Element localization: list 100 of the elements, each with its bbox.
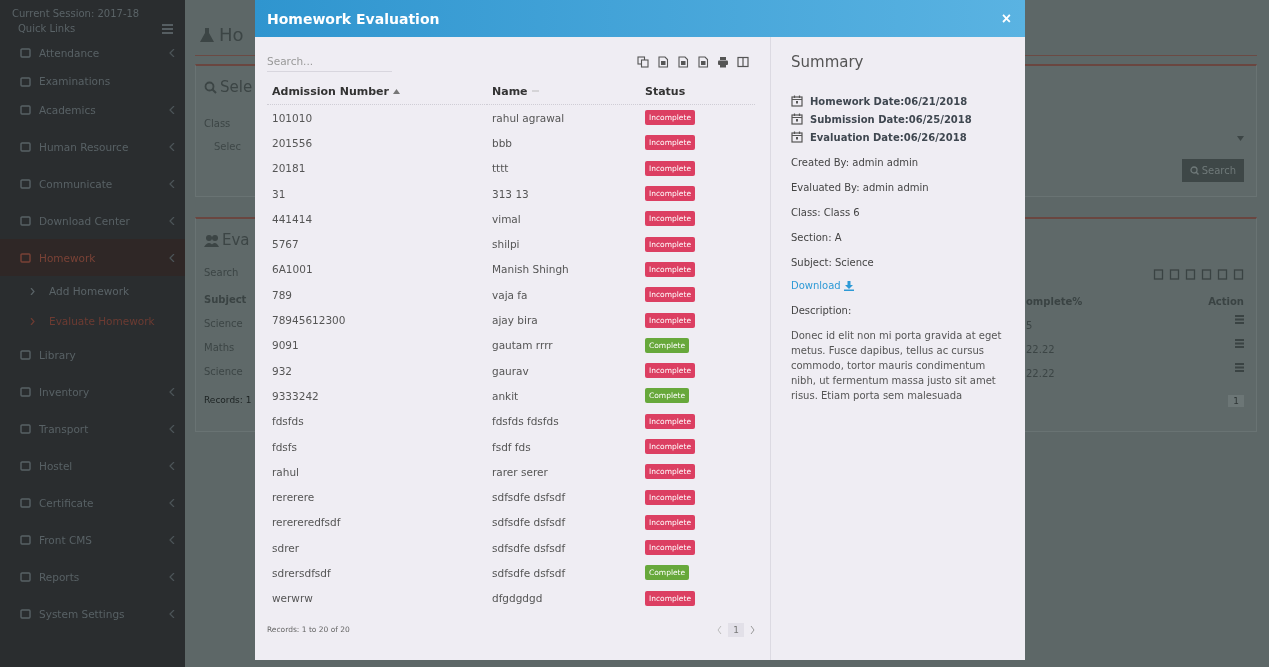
table-cell-text: 201556 bbox=[271, 135, 314, 151]
detail-label: Evaluated By: admin admin bbox=[791, 182, 930, 193]
detail-label: Class: Class 6 bbox=[791, 207, 861, 218]
menu-item-icon bbox=[20, 178, 31, 189]
table-cell-text: 441414 bbox=[271, 211, 314, 227]
date-label: Submission Date:06/25/2018 bbox=[810, 113, 972, 125]
chevron-icon bbox=[169, 498, 175, 507]
previous-icon[interactable] bbox=[717, 625, 723, 634]
chevron-icon bbox=[169, 387, 175, 396]
menu-item-icon bbox=[20, 608, 31, 619]
menu-item-icon bbox=[20, 349, 31, 360]
menu-item-icon bbox=[20, 75, 31, 87]
table-cell-text: rahul agrawal bbox=[491, 110, 566, 126]
menu-icon[interactable] bbox=[1235, 314, 1244, 324]
date-label: Evaluation Date:06/26/2018 bbox=[810, 131, 967, 143]
column-header[interactable]: Name bbox=[487, 78, 640, 105]
table-cell-text: 789 bbox=[271, 287, 294, 303]
menu-item-icon bbox=[20, 141, 31, 152]
table-cell-text: ajay bira bbox=[491, 313, 539, 328]
chevron-icon bbox=[169, 216, 175, 225]
menu-item-icon bbox=[20, 534, 31, 545]
page-button[interactable]: 1 bbox=[1228, 395, 1244, 407]
submenu-item[interactable]: Add Homework bbox=[0, 276, 185, 306]
table-cell-text: ankit bbox=[491, 388, 520, 404]
menu-icon[interactable] bbox=[1235, 362, 1244, 372]
chevron-icon bbox=[169, 535, 175, 544]
table-cell-text: rarer serer bbox=[491, 464, 549, 480]
description-text: Donec id elit non mi porta gravida at eget metus. Fusce dapibus, tellus ac cursus commodo, tortor mauris condimentum nibh, ut fermentum massa justo sit amet risus. Etiam porta sem malesuada bbox=[791, 329, 1003, 403]
detail-label: Section: A bbox=[791, 232, 843, 243]
detail-label: Subject: Science bbox=[791, 257, 875, 268]
table-cell-text: rahul bbox=[271, 464, 300, 480]
table-cell-text: fdsfds bbox=[271, 414, 305, 430]
description-label: Description: bbox=[791, 305, 853, 316]
table-cell-text: fsdf fds bbox=[491, 439, 532, 455]
table-cell-text: gautam rrrr bbox=[491, 338, 554, 354]
table-cell-text: rererere bbox=[271, 490, 316, 506]
page-button[interactable]: 1 bbox=[728, 622, 744, 637]
next-icon[interactable] bbox=[750, 625, 755, 634]
menu-item-icon bbox=[20, 497, 31, 508]
table-cell-text: Manish Shingh bbox=[491, 262, 570, 278]
modal-title: Homework Evaluation bbox=[267, 10, 440, 27]
chevron-icon bbox=[169, 179, 175, 188]
table-cell-text: vaja fa bbox=[491, 287, 529, 303]
summary-title: Summary bbox=[791, 53, 865, 71]
table-cell-text: 932 bbox=[271, 363, 294, 379]
flask-icon bbox=[199, 26, 215, 43]
chevron-icon bbox=[169, 572, 175, 581]
search-icon bbox=[204, 80, 217, 94]
chevron-icon bbox=[30, 287, 35, 295]
table-cell-text: werwrw bbox=[271, 591, 314, 607]
table-cell-text: 6A1001 bbox=[271, 262, 314, 278]
menu-item-icon bbox=[20, 386, 31, 397]
menu-item-icon bbox=[20, 423, 31, 434]
menu-item-icon bbox=[20, 571, 31, 582]
table-cell-text: sdfsdfe dsfsdf bbox=[491, 566, 567, 581]
records-label: Records: 1 bbox=[204, 395, 253, 405]
search-field[interactable]: Search... bbox=[267, 51, 392, 72]
table-cell-text: rerereredfsdf bbox=[271, 515, 342, 531]
users-icon bbox=[204, 233, 219, 247]
date-label: Homework Date:06/21/2018 bbox=[810, 95, 968, 107]
table-cell-text: 5767 bbox=[271, 237, 300, 253]
chevron-icon bbox=[169, 609, 175, 618]
calendar-icon bbox=[791, 131, 803, 143]
chevron-icon bbox=[30, 317, 35, 325]
table-cell-text: sdfsdfe dsfsdf bbox=[491, 515, 567, 531]
sidebar-item[interactable]: Homework bbox=[0, 239, 185, 276]
chevron-icon bbox=[169, 142, 175, 151]
table-cell-text: bbb bbox=[491, 135, 513, 151]
menu-item-icon bbox=[20, 460, 31, 471]
table-cell-text: fdsfds fdsfds bbox=[491, 414, 560, 430]
table-cell-text: 313 13 bbox=[491, 186, 530, 202]
calendar-icon bbox=[791, 113, 803, 125]
table-cell-text: sdfsdfe dsfsdf bbox=[491, 490, 567, 506]
column-header[interactable]: Status bbox=[640, 78, 755, 105]
table-cell-text: sdfsdfe dsfsdf bbox=[491, 540, 567, 556]
table-cell-text: vimal bbox=[491, 211, 522, 227]
calendar-icon bbox=[791, 95, 803, 107]
chevron-icon bbox=[169, 424, 175, 433]
menu-item-icon bbox=[20, 47, 31, 58]
download-icon bbox=[843, 280, 854, 291]
close-button[interactable]: × bbox=[997, 9, 1015, 28]
download-link[interactable]: Download bbox=[791, 280, 1013, 291]
table-cell-text: dfgdgdgd bbox=[491, 591, 544, 607]
table-cell-text: sdrer bbox=[271, 540, 300, 556]
menu-item-icon bbox=[20, 215, 31, 226]
table-cell-text: 20181 bbox=[271, 161, 307, 177]
menu-item-icon bbox=[20, 104, 31, 115]
table-cell-text: gaurav bbox=[491, 363, 530, 379]
column-header[interactable]: Admission Number bbox=[267, 78, 487, 105]
menu-item-icon bbox=[20, 252, 31, 263]
table-cell-text: shilpi bbox=[491, 237, 521, 253]
menu-icon[interactable] bbox=[1235, 338, 1244, 348]
table-cell-text: 78945612300 bbox=[271, 313, 347, 328]
grid-icon[interactable] bbox=[162, 23, 173, 34]
dropdown-caret-icon bbox=[1237, 136, 1244, 141]
chevron-icon bbox=[169, 105, 175, 114]
detail-label: Created By: admin admin bbox=[791, 157, 920, 168]
table-cell-text: sdrersdfsdf bbox=[271, 566, 332, 581]
submenu-item[interactable]: Evaluate Homework bbox=[0, 306, 185, 336]
table-cell-text: 9333242 bbox=[271, 388, 320, 404]
